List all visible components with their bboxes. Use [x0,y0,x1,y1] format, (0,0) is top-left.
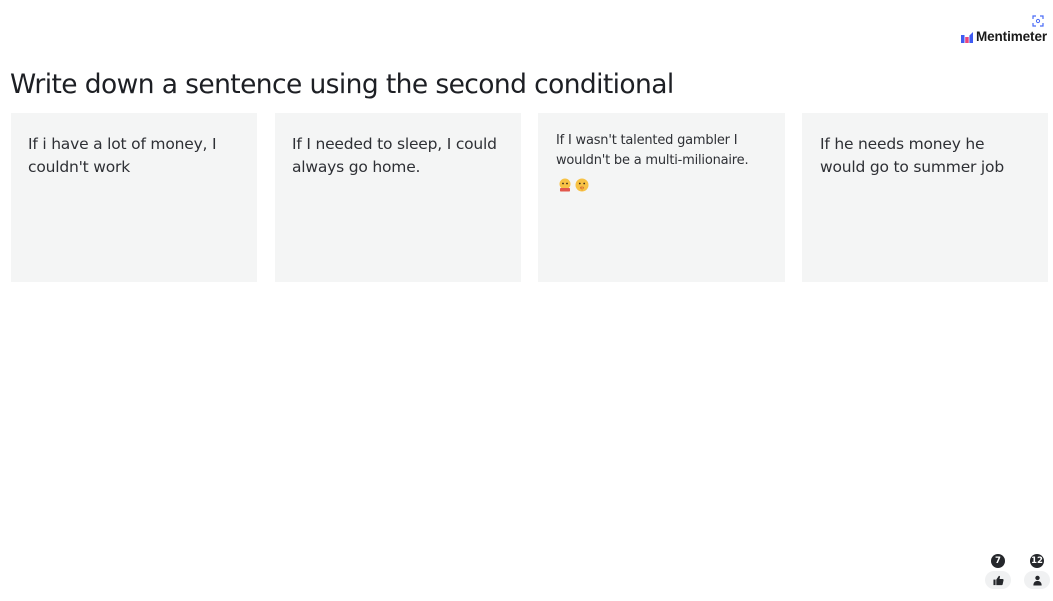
brand-name: Mentimeter [975,29,1047,44]
response-text: If i have a lot of money, I couldn't wor… [28,135,217,176]
reactions-count-badge: 7 [991,554,1005,568]
responses-grid: If i have a lot of money, I couldn't wor… [11,113,1048,282]
response-card: If he needs money he would go to summer … [802,113,1048,282]
participants-count-badge: 12 [1030,554,1044,568]
mentimeter-logo-icon [960,31,973,43]
thumbs-up-icon [992,575,1004,585]
response-card: If I wasn't talented gambler I wouldn't … [538,113,785,282]
question-title: Write down a sentence using the second c… [10,69,674,100]
reactions-button[interactable] [985,571,1011,589]
response-text: If I needed to sleep, I could always go … [292,135,497,176]
brand: Mentimeter [960,29,1047,44]
participants-indicator [1024,571,1050,589]
response-card: If i have a lot of money, I couldn't wor… [11,113,257,282]
person-icon [1032,575,1042,586]
fullscreen-icon [1032,15,1044,27]
money-face-emoji-icon [559,178,571,192]
response-emoji-row [557,177,590,193]
response-text: If I wasn't talented gambler I wouldn't … [556,133,749,168]
participants-counter: 12 [1024,554,1050,590]
response-text: If he needs money he would go to summer … [820,135,1004,176]
shushing-face-emoji-icon [575,178,589,192]
fullscreen-button[interactable] [1031,14,1045,28]
reactions-counter[interactable]: 7 [985,554,1011,590]
response-card: If I needed to sleep, I could always go … [275,113,521,282]
